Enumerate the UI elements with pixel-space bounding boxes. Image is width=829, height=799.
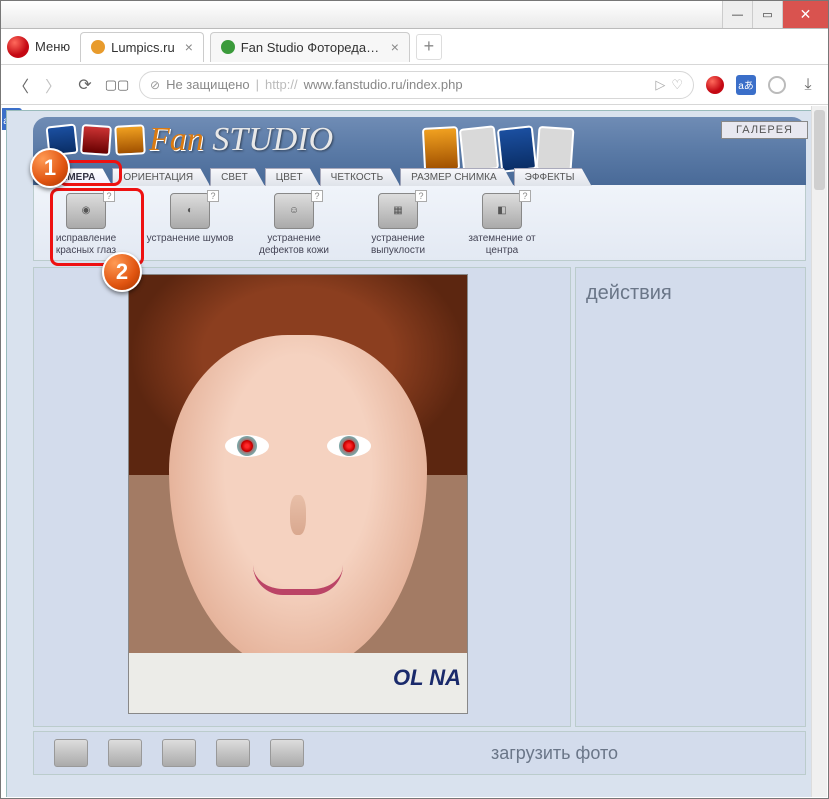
tab-sharpness[interactable]: ЧЕТКОСТЬ [320,168,401,186]
tool-vignette[interactable]: ◧? затемнение от центра [454,191,550,258]
opera-sync-icon[interactable] [706,76,724,94]
help-icon[interactable]: ? [415,190,427,202]
butterfly-icon [422,126,460,172]
downloads-icon[interactable]: ⤓ [798,75,818,95]
translate-icon[interactable]: aあ [736,75,756,95]
tool-bulge[interactable]: ▦? устранение выпуклости [350,191,446,258]
window-maximize-button[interactable]: ▭ [752,1,782,28]
noise-icon: ◐? [170,193,210,229]
browser-menu-label[interactable]: Меню [35,39,70,54]
favicon-icon [221,40,235,54]
back-icon[interactable]: 〈 [11,75,31,95]
logo-text-fan: Fan [149,121,204,158]
bookmark-icon[interactable]: ♡ [671,77,683,93]
skin-icon: ☺? [274,193,314,229]
scrollbar-thumb[interactable] [814,110,825,190]
help-icon[interactable]: ? [103,190,115,202]
help-icon[interactable]: ? [207,190,219,202]
page-viewport: aあ Fan STUDIO ГАЛЕРЕЯ КАМЕРА [2,106,827,797]
upload-label[interactable]: загрузить фото [491,743,618,764]
thumb-button[interactable] [270,739,304,767]
tools-toolbar: ◉? исправление красных глаз ◐? устранени… [33,185,806,261]
opera-logo-icon[interactable] [7,36,29,58]
photo-eye [225,435,269,457]
tab-orientation[interactable]: ОРИЕНТАЦИЯ [112,168,210,186]
photo-eye [327,435,371,457]
thumb-button[interactable] [216,739,250,767]
forward-icon[interactable]: 〉 [43,75,63,95]
red-eye-spot [343,440,355,452]
tab-title: Fan Studio Фоторедактор [241,40,381,55]
url-protocol: http:// [265,77,298,92]
insecure-icon: ⊘ [150,78,160,92]
actions-title: действия [586,282,795,305]
window-minimize-button[interactable]: — [722,1,752,28]
tool-skin[interactable]: ☺? устранение дефектов кожи [246,191,342,258]
red-eye-spot [241,440,253,452]
browser-tab[interactable]: Lumpics.ru × [80,32,204,62]
browser-tab[interactable]: Fan Studio Фоторедактор × [210,32,410,62]
address-bar[interactable]: ⊘ Не защищено | http://www.fanstudio.ru/… [139,71,694,99]
red-eye-icon: ◉? [66,193,106,229]
actions-panel: действия [575,267,806,727]
vignette-icon: ◧? [482,193,522,229]
send-icon[interactable]: ▷ [655,77,665,93]
tab-size[interactable]: РАЗМЕР СНИМКА [400,168,514,186]
butterfly-icon [114,124,146,156]
tool-label: устранение дефектов кожи [248,233,340,256]
bulge-icon: ▦? [378,193,418,229]
tool-label: устранение выпуклости [352,233,444,256]
gallery-button[interactable]: ГАЛЕРЕЯ [721,121,808,139]
vertical-scrollbar[interactable] [811,106,827,797]
thumb-button[interactable] [108,739,142,767]
window-titlebar: — ▭ ✕ [1,1,828,29]
new-tab-button[interactable]: + [416,34,442,60]
help-icon[interactable]: ? [519,190,531,202]
window-close-button[interactable]: ✕ [782,1,828,28]
browser-tabstrip: Меню Lumpics.ru × Fan Studio Фоторедакто… [1,29,828,65]
photo-shirt: OL NA [129,653,467,713]
thumb-button[interactable] [54,739,88,767]
speed-dial-icon[interactable]: ▢▢ [107,75,127,95]
tool-red-eye[interactable]: ◉? исправление красных глаз [38,191,134,258]
browser-toolbar: 〈 〉 ⟳ ▢▢ ⊘ Не защищено | http://www.fans… [1,65,828,105]
butterfly-icon [497,125,537,173]
url-path: www.fanstudio.ru/index.php [304,77,463,92]
category-tabs: КАМЕРА ОРИЕНТАЦИЯ СВЕТ ЦВЕТ ЧЕТКОСТЬ РАЗ… [43,168,592,186]
tool-label: затемнение от центра [456,233,548,256]
bottom-toolbar: загрузить фото [33,731,806,775]
logo-decor [423,127,573,171]
photo-canvas[interactable]: OL NA [128,274,468,714]
tab-close-icon[interactable]: × [391,39,399,55]
tab-effects[interactable]: ЭФФЕКТЫ [514,168,592,186]
tool-noise[interactable]: ◐? устранение шумов [142,191,238,258]
site-logo[interactable]: Fan STUDIO [47,121,333,159]
insecure-label: Не защищено [166,77,250,92]
logo-text-studio: STUDIO [212,121,333,158]
thumb-button[interactable] [162,739,196,767]
tab-close-icon[interactable]: × [185,39,193,55]
annotation-bubble: 1 [30,148,70,188]
extensions-icon[interactable] [768,76,786,94]
butterfly-icon [459,125,499,173]
reload-icon[interactable]: ⟳ [75,75,95,95]
tool-label: устранение шумов [144,233,236,245]
butterfly-icon [80,124,112,156]
butterfly-icon [536,126,575,172]
tab-light[interactable]: СВЕТ [210,168,265,186]
tab-color[interactable]: ЦВЕТ [265,168,320,186]
favicon-icon [91,40,105,54]
help-icon[interactable]: ? [311,190,323,202]
photo-nose [290,495,306,535]
site-header: Fan STUDIO ГАЛЕРЕЯ КАМЕРА ОРИЕНТАЦИЯ СВЕ… [33,117,806,185]
annotation-bubble: 2 [102,252,142,292]
shirt-text: OL NA [393,665,461,691]
tab-title: Lumpics.ru [111,40,175,55]
canvas-panel: OL NA [33,267,571,727]
